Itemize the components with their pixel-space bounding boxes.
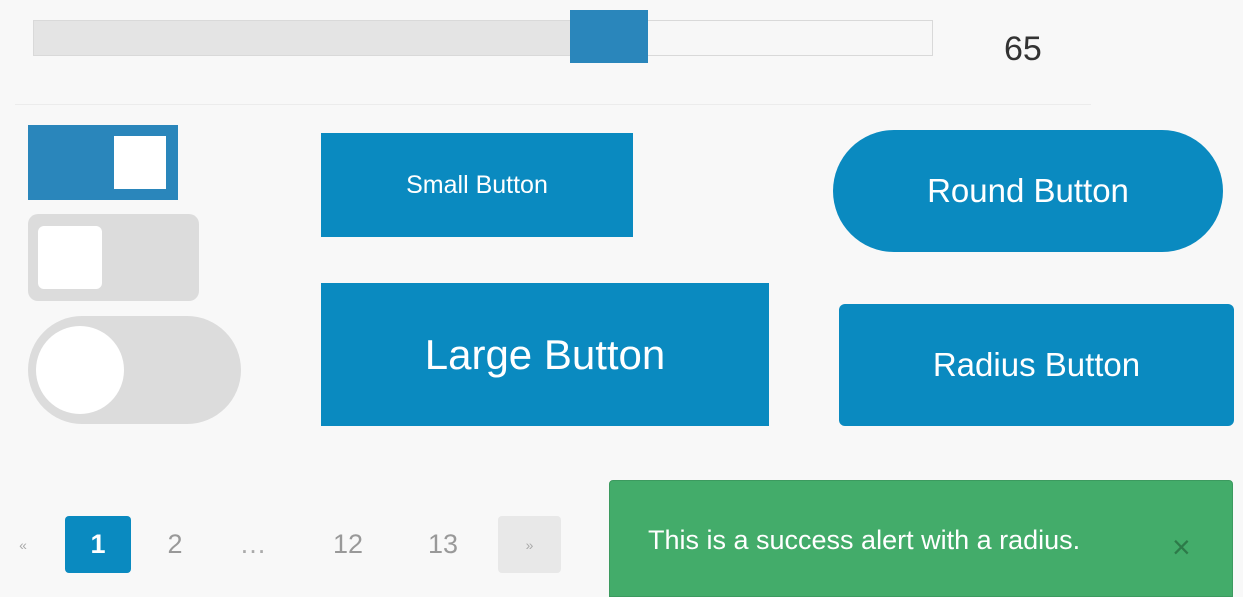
close-icon[interactable]: × xyxy=(1172,531,1191,563)
divider xyxy=(15,104,1091,105)
range-slider[interactable] xyxy=(33,20,933,56)
slider-value: 65 xyxy=(1004,30,1042,68)
pagination-next[interactable]: » xyxy=(498,516,561,573)
radius-button[interactable]: Radius Button xyxy=(839,304,1234,426)
pagination-prev[interactable]: « xyxy=(8,516,38,573)
square-switch-on[interactable] xyxy=(28,125,178,200)
pagination-ellipsis: … xyxy=(239,529,267,559)
radius-switch-off[interactable] xyxy=(28,214,199,301)
round-switch-off[interactable] xyxy=(28,316,241,424)
slider-fill xyxy=(34,21,634,55)
round-button[interactable]: Round Button xyxy=(833,130,1223,252)
pagination-page-1[interactable]: 1 xyxy=(65,516,131,573)
switch-knob xyxy=(36,326,124,414)
switch-knob xyxy=(114,136,166,189)
success-alert: This is a success alert with a radius. × xyxy=(609,480,1233,597)
large-button[interactable]: Large Button xyxy=(321,283,769,426)
slider-handle[interactable] xyxy=(570,10,648,63)
alert-message: This is a success alert with a radius. xyxy=(648,525,1081,555)
pagination-page-13[interactable]: 13 xyxy=(413,516,473,573)
small-button[interactable]: Small Button xyxy=(321,133,633,237)
pagination-page-12[interactable]: 12 xyxy=(318,516,378,573)
switch-knob xyxy=(38,226,102,289)
pagination-page-2[interactable]: 2 xyxy=(150,516,200,573)
